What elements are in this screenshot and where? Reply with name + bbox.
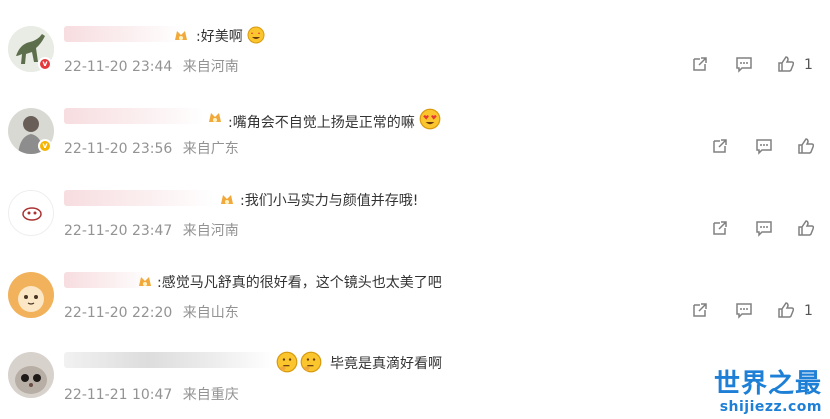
reply-icon[interactable] xyxy=(754,136,776,158)
comment-meta: 22-11-20 22:20 来自山东 xyxy=(64,302,245,322)
star-eyes-emoji-icon xyxy=(247,26,265,44)
comment-location: 来自河南 xyxy=(182,59,239,75)
fan-badge-icon xyxy=(221,195,233,204)
cartoon-avatar-icon xyxy=(9,191,53,235)
like-count: 1 xyxy=(804,57,813,73)
thinking-emoji-icon xyxy=(276,351,298,373)
comment-text: 毕竟是真滴好看啊 xyxy=(330,356,442,372)
comment-date: 22-11-20 23:44 xyxy=(64,59,173,75)
comment-meta: 22-11-20 23:56 来自广东 xyxy=(64,138,245,158)
share-icon[interactable] xyxy=(690,54,712,76)
comment-meta: 22-11-20 23:47 来自河南 xyxy=(64,220,245,240)
comment-location: 来自重庆 xyxy=(182,387,239,403)
username-blurred[interactable] xyxy=(64,26,182,42)
share-icon[interactable] xyxy=(690,300,712,322)
comment-item-4: :感觉马凡舒真的很好看，这个镜头也太美了吧 22-11-20 22:20 来自山… xyxy=(0,264,830,346)
comment-meta: 22-11-20 23:44 来自河南 xyxy=(64,56,245,76)
watermark-title: 世界之最 xyxy=(713,369,822,399)
thinking-emoji-icon xyxy=(300,351,322,373)
comment-actions xyxy=(710,218,824,240)
comment-item-2: v :嘴角会不自觉上扬是正常的嘛 22-11-20 23:56 来自广东 xyxy=(0,100,830,182)
user-avatar[interactable] xyxy=(8,190,54,236)
fan-badge-icon xyxy=(209,113,221,122)
verified-badge-icon: v xyxy=(38,57,52,71)
comment-actions: 1 xyxy=(690,300,813,322)
username-blurred[interactable] xyxy=(64,190,214,206)
comment-actions: 1 xyxy=(690,54,813,76)
comment-location: 来自山东 xyxy=(182,305,239,321)
comment-text: :感觉马凡舒真的很好看，这个镜头也太美了吧 xyxy=(157,275,442,291)
like-icon[interactable] xyxy=(776,54,798,76)
comment-location: 来自广东 xyxy=(182,141,239,157)
fan-badge-icon xyxy=(175,31,187,40)
verified-badge-icon: v xyxy=(38,139,52,153)
site-watermark: 世界之最 shijiezz.com xyxy=(714,369,822,415)
user-avatar[interactable] xyxy=(8,272,54,318)
fan-badge-icon xyxy=(139,277,151,286)
like-icon[interactable] xyxy=(796,136,818,158)
comment-date: 22-11-20 23:56 xyxy=(64,141,173,157)
user-avatar[interactable] xyxy=(8,352,54,398)
like-count: 1 xyxy=(804,303,813,319)
comment-meta: 22-11-21 10:47 来自重庆 xyxy=(64,384,245,404)
share-icon[interactable] xyxy=(710,218,732,240)
comment-date: 22-11-20 23:47 xyxy=(64,223,173,239)
reply-icon[interactable] xyxy=(734,300,756,322)
watermark-site: shijiezz.com xyxy=(719,399,822,415)
comment-item-3: :我们小马实力与颜值并存哦! 22-11-20 23:47 来自河南 xyxy=(0,182,830,264)
reply-icon[interactable] xyxy=(734,54,756,76)
heart-eyes-emoji-icon xyxy=(419,108,441,130)
comment-text: :好美啊 xyxy=(196,26,265,46)
share-icon[interactable] xyxy=(710,136,732,158)
like-icon[interactable] xyxy=(796,218,818,240)
comment-text: :我们小马实力与颜值并存哦! xyxy=(240,193,419,209)
comment-date: 22-11-20 22:20 xyxy=(64,305,173,321)
comment-date: 22-11-21 10:47 xyxy=(64,387,173,403)
username-blurred[interactable] xyxy=(64,108,204,124)
animal-photo-avatar-icon xyxy=(8,352,54,398)
reply-icon[interactable] xyxy=(754,218,776,240)
username-blurred[interactable] xyxy=(64,352,274,368)
comment-item-5: 毕竟是真滴好看啊 22-11-21 10:47 来自重庆 xyxy=(0,346,830,419)
comment-item-1: v :好美啊 22-11-20 23:44 来自河南 1 xyxy=(0,18,830,100)
like-icon[interactable] xyxy=(776,300,798,322)
cartoon-cat-avatar-icon xyxy=(8,272,54,318)
comment-text: :嘴角会不自觉上扬是正常的嘛 xyxy=(228,108,441,132)
comment-actions xyxy=(710,136,824,158)
comment-location: 来自河南 xyxy=(182,223,239,239)
